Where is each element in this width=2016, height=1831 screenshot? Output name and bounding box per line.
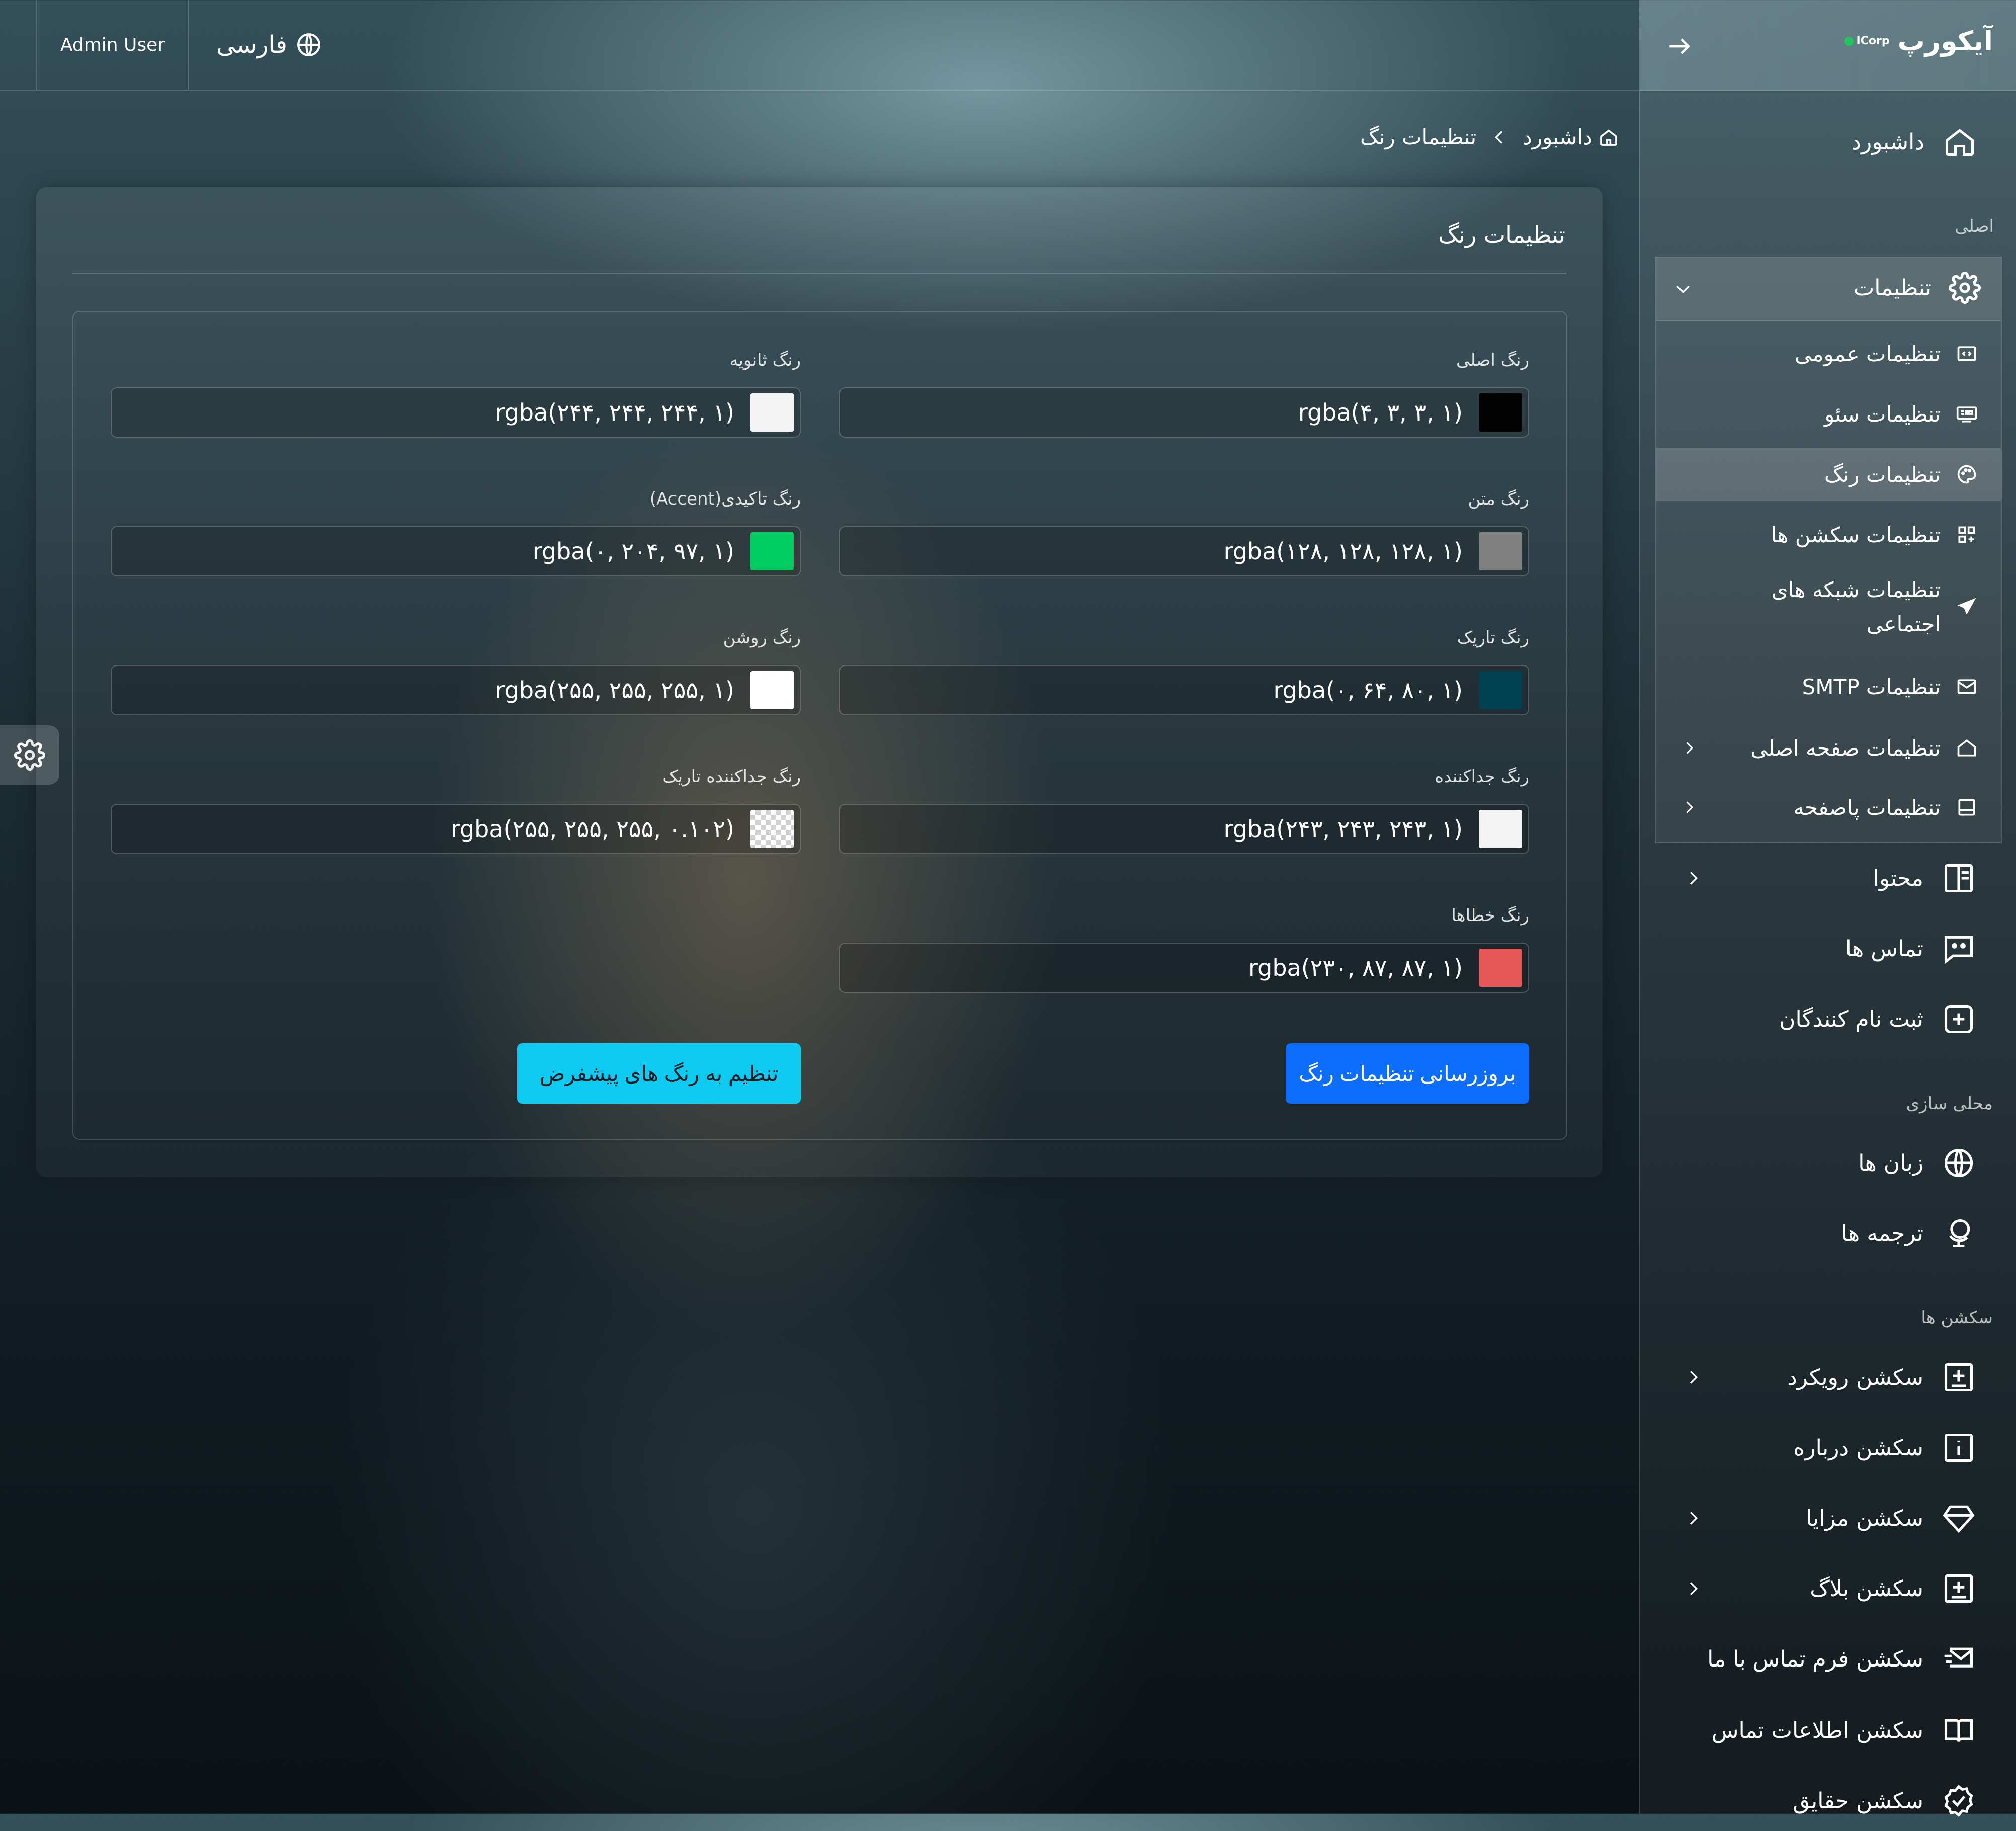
light-color-value: rgba(۲۵۵, ۲۵۵, ۲۵۵, ۱) [495,677,734,704]
dark-color-value: rgba(۰, ۶۴, ۸۰, ۱) [1273,677,1463,704]
sidebar-item-settings[interactable]: تنظیمات [1656,258,2001,321]
logo-badge-text: ICorp [1856,35,1890,47]
error-color-label: رنگ خطاها [1451,905,1529,926]
accent-color-swatch[interactable] [750,532,794,570]
primary-color-input[interactable]: rgba(۴, ۳, ۳, ۱) [839,387,1529,438]
sidebar-item-label-block: تنظیمات شبکه های اجتماعی [1772,573,1941,641]
divider-color-swatch[interactable] [1479,810,1522,848]
dark-divider-color-input[interactable]: rgba(۲۵۵, ۲۵۵, ۲۵۵, ۰.۱۰۲) [111,804,801,854]
section-label-main: اصلی [1955,216,1994,236]
primary-color-swatch[interactable] [1479,393,1522,432]
chevron-down-icon [1673,279,1693,299]
gear-icon [1949,272,1981,304]
text-color-swatch[interactable] [1479,532,1522,570]
sidebar-item-label: تنظیمات صفحه اصلی [1750,735,1941,761]
sidebar-item-homepage-settings[interactable]: تنظیمات صفحه اصلی [1656,721,2001,775]
language-switcher[interactable]: فارسی [216,0,321,90]
secondary-color-label: رنگ ثانویه [729,350,801,370]
secondary-color-swatch[interactable] [750,393,794,432]
divider-color-input[interactable]: rgba(۲۴۳, ۲۴۳, ۲۴۳, ۱) [839,804,1529,854]
dark-divider-color-swatch[interactable] [750,810,794,848]
secondary-color-value: rgba(۲۴۴, ۲۴۴, ۲۴۴, ۱) [495,399,734,426]
dark-color-swatch[interactable] [1479,671,1522,709]
sidebar-item-footer-settings[interactable]: تنظیمات پاصفحه [1656,781,2001,834]
card-title: تنظیمات رنگ [1438,221,1565,248]
sidebar-item-color-settings[interactable]: تنظیمات رنگ [1656,448,2001,501]
primary-color-label: رنگ اصلی [1456,350,1529,370]
sidebar-item-label: تنظیمات [1853,275,1931,301]
text-color-input[interactable]: rgba(۱۲۸, ۱۲۸, ۱۲۸, ۱) [839,526,1529,576]
breadcrumb-home-icon [1599,127,1619,147]
user-name: Admin User [60,34,165,55]
sidebar-item-smtp-settings[interactable]: تنظیمات SMTP [1656,660,2001,713]
breadcrumb-home[interactable]: داشبورد [1523,125,1592,149]
sidebar-item-label: تنظیمات عمومی [1794,341,1941,366]
chevron-right-icon [1680,798,1698,816]
card-divider [72,273,1566,274]
palette-icon [1956,463,1978,485]
text-color-label: رنگ متن [1468,489,1529,509]
primary-color-value: rgba(۴, ۳, ۳, ۱) [1298,399,1463,426]
dark-color-input[interactable]: rgba(۰, ۶۴, ۸۰, ۱) [839,665,1529,715]
breadcrumb: داشبورد تنظیمات رنگ [1360,125,1619,149]
reset-default-colors-button[interactable]: تنظیم به رنگ های پیشفرض [517,1043,801,1104]
sidebar-item-dashboard[interactable]: داشبورد [1640,112,2016,172]
sidebar-item-general-settings[interactable]: تنظیمات عمومی [1656,327,2001,380]
sidebar-item-label: تنظیمات SMTP [1802,674,1941,699]
sidebar-item-label: تنظیمات رنگ [1824,462,1941,487]
home-icon [1943,125,1977,159]
sidebar-item-label: تنظیمات سئو [1824,401,1941,427]
code-window-icon [1956,343,1978,365]
update-colors-button[interactable]: بروزرسانی تنظیمات رنگ [1286,1043,1529,1104]
secondary-color-input[interactable]: rgba(۲۴۴, ۲۴۴, ۲۴۴, ۱) [111,387,801,438]
send-icon [1956,596,1978,618]
app-logo[interactable]: آیکورپ ICorp [1844,25,1993,57]
mail-icon [1956,676,1978,698]
seo-icon [1956,403,1978,425]
settings-submenu: تنظیمات تنظیمات عمومی تنظیمات سئو تنظیما… [1655,257,2002,843]
sidebar-item-sections-settings[interactable]: تنظیمات سکشن ها [1656,508,2001,561]
breadcrumb-current: تنظیمات رنگ [1360,125,1477,149]
light-color-swatch[interactable] [750,671,794,709]
sidebar-item-label: داشبورد [1851,129,1924,155]
text-color-value: rgba(۱۲۸, ۱۲۸, ۱۲۸, ۱) [1223,538,1463,565]
language-label: فارسی [216,31,287,59]
sidebar-item-social-settings[interactable]: تنظیمات شبکه های اجتماعی [1656,569,2001,645]
home-icon [1956,737,1978,759]
chevron-right-icon [1680,739,1698,757]
sidebar-item-seo-settings[interactable]: تنظیمات سئو [1656,387,2001,441]
sidebar-item-label: تنظیمات سکشن ها [1771,522,1941,547]
arrow-right-icon[interactable] [1665,32,1693,60]
accent-color-value: rgba(۰, ۲۰۴, ۹۷, ۱) [532,538,734,565]
sidebar-header: آیکورپ ICorp [1640,0,2016,91]
sidebar-item-label: تنظیمات پاصفحه [1793,795,1941,820]
error-color-value: rgba(۲۳۰, ۸۷, ۸۷, ۱) [1248,954,1463,981]
dark-color-label: رنگ تاریک [1457,628,1529,648]
grid-icon [1956,524,1978,546]
divider-color-value: rgba(۲۴۳, ۲۴۳, ۲۴۳, ۱) [1223,815,1463,843]
user-menu[interactable]: Admin User [36,0,189,90]
logo-dot-icon [1844,36,1854,46]
chevron-left-icon [1489,127,1509,147]
logo-title: آیکورپ [1897,25,1993,57]
divider-color-label: رنگ جداکننده [1435,767,1529,787]
sidebar-item-label-line2: اجتماعی [1866,612,1941,636]
error-color-input[interactable]: rgba(۲۳۰, ۸۷, ۸۷, ۱) [839,943,1529,993]
globe-icon [296,32,321,57]
color-settings-form: رنگ اصلی rgba(۴, ۳, ۳, ۱) رنگ ثانویه rgb… [72,311,1567,1140]
error-color-swatch[interactable] [1479,949,1522,987]
logo-badge: ICorp [1844,35,1890,47]
dark-divider-color-label: رنگ جداکننده تاریک [662,767,801,787]
footer-icon [1956,796,1978,818]
light-color-label: رنگ روشن [723,628,801,648]
accent-color-input[interactable]: rgba(۰, ۲۰۴, ۹۷, ۱) [111,526,801,576]
dark-divider-color-overlay [750,810,794,848]
sidebar-item-label: تنظیمات شبکه های [1771,577,1941,602]
accent-color-label: رنگ تاکیدی(Accent) [649,489,801,509]
color-settings-card: تنظیمات رنگ رنگ اصلی rgba(۴, ۳, ۳, ۱) رن… [36,187,1603,1177]
dark-divider-color-value: rgba(۲۵۵, ۲۵۵, ۲۵۵, ۰.۱۰۲) [450,815,734,843]
light-color-input[interactable]: rgba(۲۵۵, ۲۵۵, ۲۵۵, ۱) [111,665,801,715]
top-header: Admin User فارسی [0,0,1639,91]
